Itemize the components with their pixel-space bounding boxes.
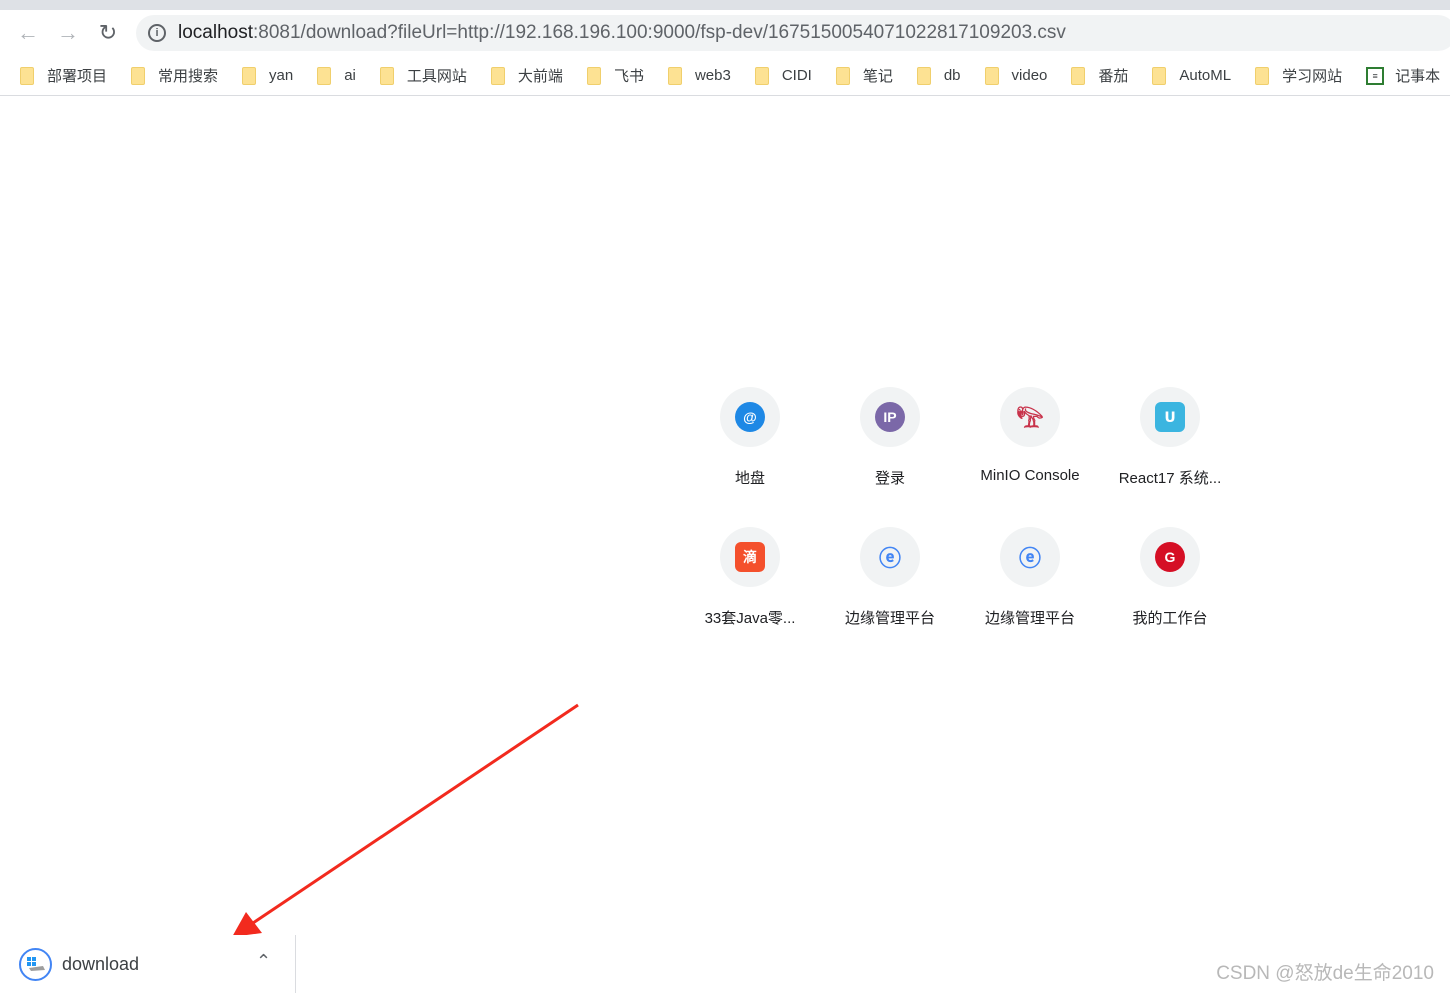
- download-item[interactable]: download ⌃: [0, 935, 296, 993]
- download-filename: download: [62, 953, 140, 974]
- chevron-up-icon[interactable]: ⌃: [256, 951, 271, 972]
- file-drive-icon: [19, 947, 52, 981]
- watermark: CSDN @怒放de生命2010: [1216, 963, 1434, 984]
- annotation-arrow: [232, 703, 579, 937]
